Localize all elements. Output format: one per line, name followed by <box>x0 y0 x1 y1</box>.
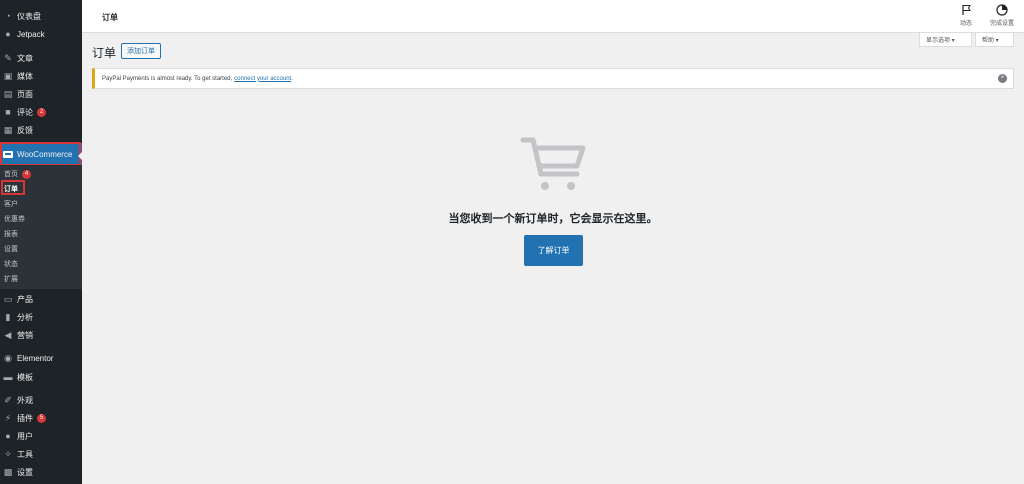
connect-account-link[interactable]: connect your account <box>234 76 291 82</box>
sidebar-item-posts[interactable]: ✎ 文章 <box>0 51 82 65</box>
dismiss-icon[interactable]: × <box>998 74 1007 83</box>
woocommerce-header: 订单 动态 完成设置 <box>82 0 1024 33</box>
sidebar-item-templates[interactable]: ▬ 模板 <box>0 370 82 384</box>
header-title: 订单 <box>102 13 118 22</box>
archive-icon: ▭ <box>3 293 13 304</box>
sidebar-item-analytics[interactable]: ▮ 分析 <box>0 310 82 324</box>
submenu-item-extensions[interactable]: 扩展 <box>4 274 18 284</box>
submenu-item-settings[interactable]: 设置 <box>4 244 18 254</box>
current-menu-arrow <box>78 151 83 161</box>
learn-about-orders-button[interactable]: 了解订单 <box>524 235 583 266</box>
page-title: 订单 <box>92 46 117 60</box>
folder-icon: ▬ <box>3 372 13 382</box>
dashboard-icon: ◔ <box>5 11 11 21</box>
sidebar-item-users[interactable]: ● 用户 <box>0 429 82 443</box>
sidebar-item-plugins[interactable]: ⚡ 插件 5 <box>0 411 82 425</box>
admin-sidebar: ◔ 仪表盘 ● Jetpack ✎ 文章 ▣ 媒体 ▤ 页面 ■ 评论 2 ▦ … <box>0 0 83 484</box>
notice-text: PayPal Payments is almost ready. To get … <box>102 75 233 82</box>
empty-state-message: 当您收到一个新订单时，它会显示在这里。 <box>448 213 658 225</box>
sidebar-item-elementor[interactable]: ◉ Elementor <box>0 351 82 365</box>
paypal-notice: PayPal Payments is almost ready. To get … <box>92 68 1014 89</box>
submenu-item-reports[interactable]: 报表 <box>4 229 18 239</box>
wrench-icon: ✧ <box>4 448 12 459</box>
sidebar-item-media[interactable]: ▣ 媒体 <box>0 69 82 83</box>
orders-highlight <box>1 180 25 195</box>
plugins-count-badge: 5 <box>37 413 46 423</box>
sidebar-item-dashboard[interactable]: ◔ 仪表盘 <box>0 9 82 23</box>
chart-icon: ▮ <box>5 311 11 322</box>
submenu-item-home[interactable]: 首页 4 <box>4 169 31 179</box>
comment-icon: ■ <box>5 107 11 117</box>
elementor-icon: ◉ <box>4 352 12 363</box>
flag-icon <box>960 4 972 16</box>
sidebar-item-appearance[interactable]: ✐ 外观 <box>0 393 82 407</box>
user-icon: ● <box>5 431 11 441</box>
help-button[interactable]: 帮助 ▾ <box>975 33 1014 47</box>
sidebar-item-products[interactable]: ▭ 产品 <box>0 292 82 306</box>
media-icon: ▣ <box>3 70 13 81</box>
pin-icon: ✎ <box>4 52 12 63</box>
submenu-item-customers[interactable]: 客户 <box>4 199 18 209</box>
sidebar-item-feedback[interactable]: ▦ 反馈 <box>0 123 82 137</box>
sidebar-item-jetpack[interactable]: ● Jetpack <box>0 27 82 41</box>
activity-button[interactable]: 动态 <box>960 4 972 27</box>
plugin-icon: ⚡ <box>4 412 12 423</box>
woocommerce-highlight <box>0 142 81 166</box>
sidebar-item-comments[interactable]: ■ 评论 2 <box>0 105 82 119</box>
page-icon: ▤ <box>3 88 13 99</box>
megaphone-icon: ◀ <box>4 329 12 340</box>
feedback-icon: ▦ <box>3 124 13 135</box>
settings-icon: ▩ <box>3 466 13 477</box>
submenu-item-status[interactable]: 状态 <box>4 259 18 269</box>
sidebar-item-tools[interactable]: ✧ 工具 <box>0 447 82 461</box>
finish-setup-button[interactable]: 完成设置 <box>990 4 1014 27</box>
jetpack-icon: ● <box>5 29 11 39</box>
home-count-badge: 4 <box>22 169 31 179</box>
progress-icon <box>996 4 1008 16</box>
sidebar-item-pages[interactable]: ▤ 页面 <box>0 87 82 101</box>
brush-icon: ✐ <box>4 394 12 405</box>
sidebar-item-settings[interactable]: ▩ 设置 <box>0 465 82 479</box>
sidebar-item-marketing[interactable]: ◀ 营销 <box>0 328 82 342</box>
shopping-cart-icon <box>519 134 589 194</box>
screen-options-button[interactable]: 显示选项 ▾ <box>919 33 972 47</box>
comments-count-badge: 2 <box>37 107 46 117</box>
add-order-button[interactable]: 添加订单 <box>121 43 161 59</box>
notice-suffix: . <box>291 75 293 82</box>
